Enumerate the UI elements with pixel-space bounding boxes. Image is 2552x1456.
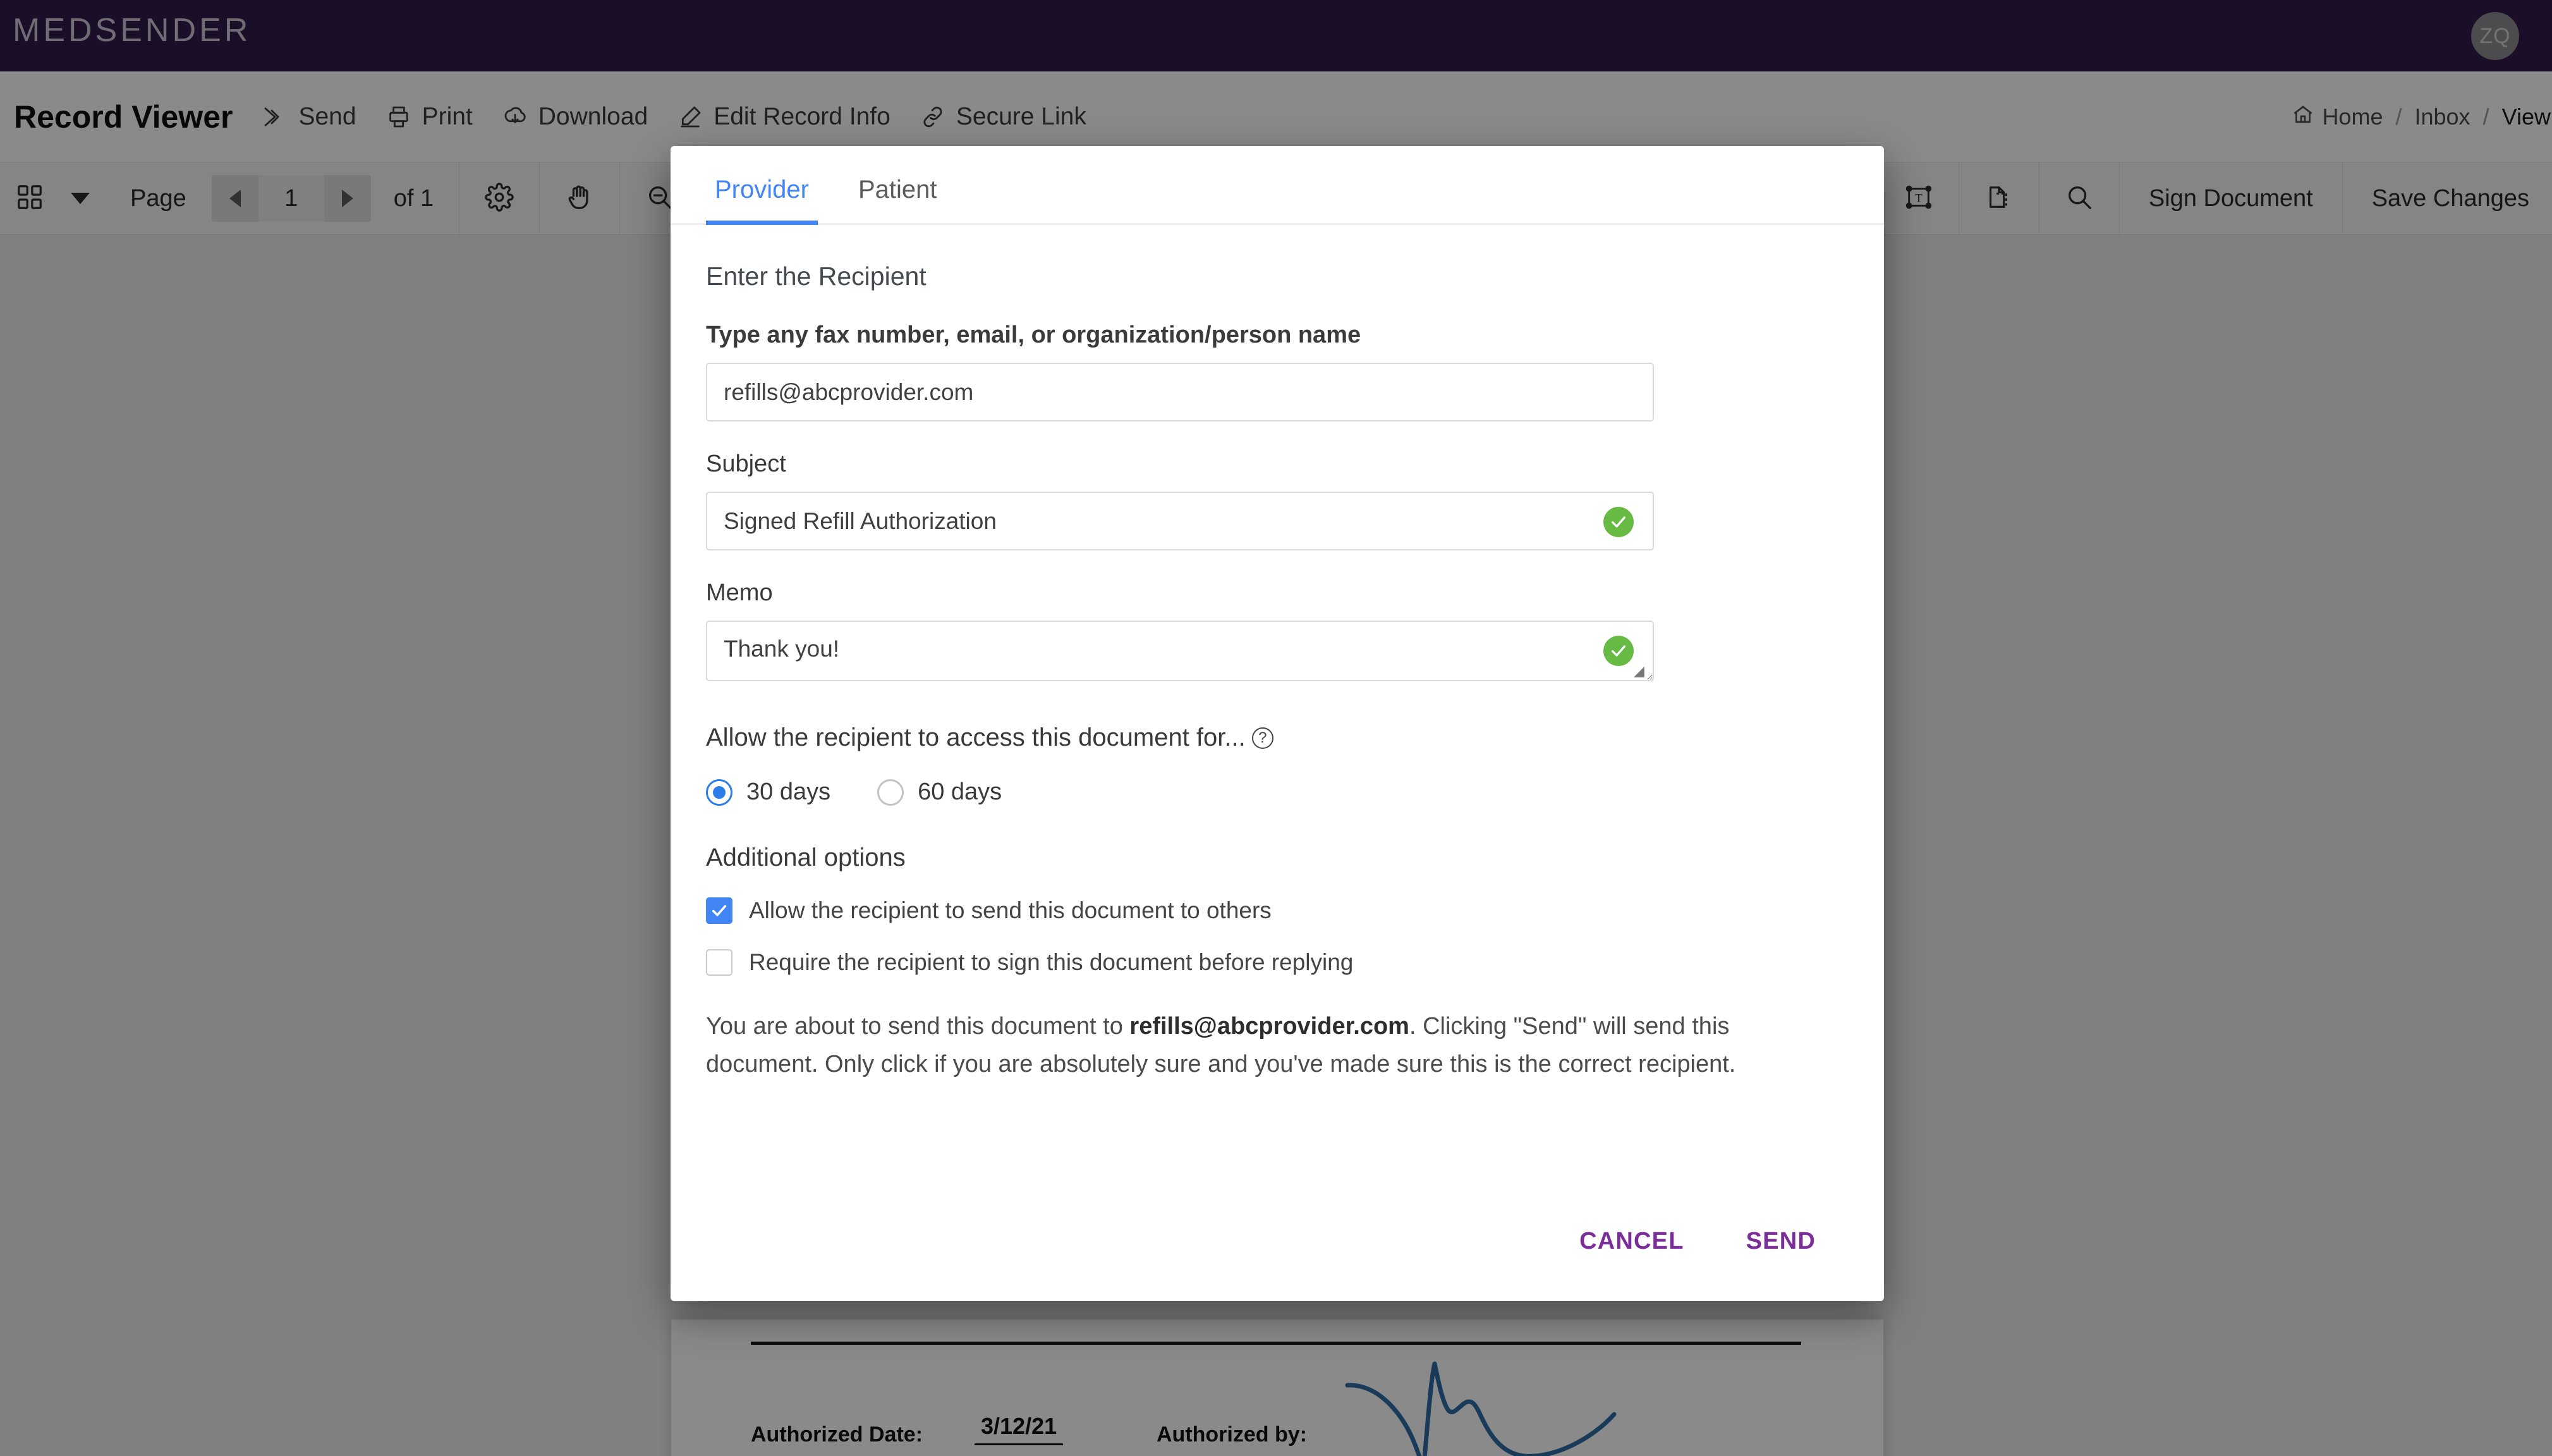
send-warning-recipient: refills@abcprovider.com (1129, 1013, 1409, 1040)
screen-root: MEDSENDER ZQ Record Viewer Send Print Do… (0, 0, 2552, 1456)
recipient-input[interactable] (706, 363, 1654, 422)
radio-60-days-indicator[interactable] (877, 779, 904, 806)
enter-recipient-heading: Enter the Recipient (706, 262, 927, 291)
recipient-field-wrapper (706, 363, 1654, 422)
subject-field-wrapper (706, 492, 1654, 550)
subject-input[interactable] (706, 492, 1654, 550)
radio-30-days-label: 30 days (746, 779, 831, 805)
cancel-button[interactable]: CANCEL (1565, 1216, 1698, 1266)
access-duration-options: 30 days 60 days (706, 779, 1849, 806)
additional-options-heading: Additional options (706, 844, 906, 871)
radio-30-days-indicator[interactable] (706, 779, 732, 806)
modal-body: Enter the Recipient Type any fax number,… (671, 262, 1884, 1083)
radio-option-60-days[interactable]: 60 days (877, 779, 1002, 806)
send-warning-prefix: You are about to send this document to (706, 1013, 1130, 1040)
checkbox-require-signature[interactable] (706, 949, 732, 976)
checkbox-row-allow-forward[interactable]: Allow the recipient to send this documen… (706, 897, 1849, 924)
question-mark-icon[interactable]: ? (1251, 727, 1273, 749)
send-button-modal[interactable]: SEND (1732, 1216, 1830, 1266)
subject-valid-check-icon (1603, 507, 1634, 537)
memo-textarea[interactable] (706, 621, 1654, 681)
tab-patient[interactable]: Patient (849, 176, 946, 223)
checkbox-allow-forward[interactable] (706, 897, 732, 924)
send-warning-text: You are about to send this document to r… (706, 1007, 1799, 1083)
memo-valid-check-icon (1603, 636, 1634, 666)
send-record-modal: Provider Patient Enter the Recipient Typ… (671, 146, 1884, 1301)
memo-field-label: Memo (706, 579, 773, 606)
modal-footer: CANCEL SEND (671, 1181, 1884, 1301)
radio-60-days-label: 60 days (918, 779, 1002, 805)
access-duration-label-row: Allow the recipient to access this docum… (706, 724, 1849, 752)
checkbox-allow-forward-label: Allow the recipient to send this documen… (749, 897, 1272, 923)
checkbox-require-signature-label: Require the recipient to sign this docum… (749, 949, 1354, 975)
radio-option-30-days[interactable]: 30 days (706, 779, 830, 806)
textarea-resize-handle[interactable]: ◢ (1634, 664, 1648, 678)
tab-provider[interactable]: Provider (706, 176, 818, 225)
subject-field-label: Subject (706, 451, 786, 477)
recipient-field-label: Type any fax number, email, or organizat… (706, 322, 1361, 348)
modal-tabs: Provider Patient (671, 146, 1884, 225)
checkbox-row-require-signature[interactable]: Require the recipient to sign this docum… (706, 949, 1849, 976)
access-duration-label: Allow the recipient to access this docum… (706, 724, 1246, 751)
memo-field-wrapper: ◢ (706, 621, 1654, 684)
